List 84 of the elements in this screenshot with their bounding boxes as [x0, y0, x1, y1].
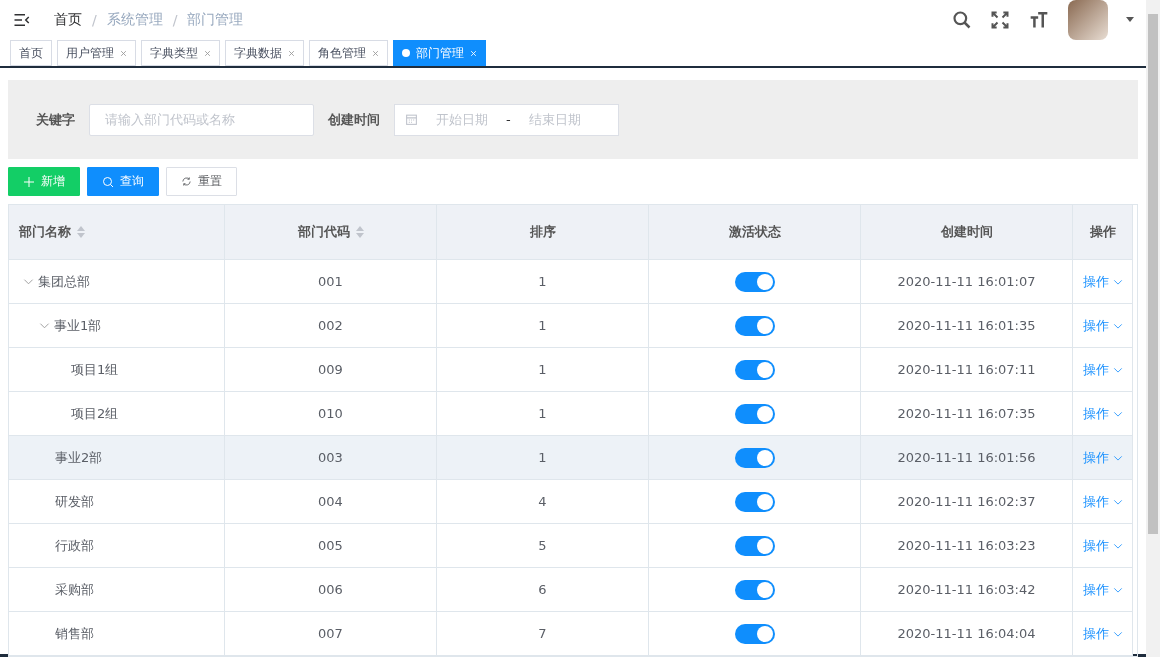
tree-cell[interactable]: 集团总部 — [9, 260, 225, 304]
toggle-switch[interactable] — [734, 623, 775, 644]
reset-button[interactable]: 重置 — [166, 167, 237, 196]
text-size-icon — [1028, 10, 1050, 30]
plus-icon — [23, 175, 35, 188]
tree-cell[interactable]: 行政部 — [9, 524, 225, 568]
tab[interactable]: 字典数据 — [225, 40, 304, 66]
tree-cell[interactable]: 事业2部 — [9, 436, 225, 480]
sort-icon — [355, 226, 364, 238]
avatar-placeholder[interactable] — [1068, 0, 1108, 40]
toggle-switch[interactable] — [734, 491, 775, 512]
tab[interactable]: 角色管理 — [309, 40, 388, 66]
table-cell: 2020-11-11 16:02:37 — [861, 480, 1073, 524]
column-header: 操作 — [1073, 205, 1133, 260]
table-cell: 010 — [225, 392, 437, 436]
column-header: 激活状态 — [649, 205, 861, 260]
table-cell: 005 — [225, 524, 437, 568]
toggle-switch[interactable] — [734, 579, 775, 600]
breadcrumb-item: 系统管理 — [106, 11, 163, 29]
close-icon — [204, 49, 211, 57]
breadcrumb-item[interactable]: 首页 — [54, 11, 82, 29]
tree-cell[interactable]: 销售部 — [9, 612, 225, 656]
table-cell: 4 — [437, 480, 649, 524]
breadcrumb-item: 部门管理 — [187, 11, 244, 29]
table-cell: 006 — [225, 568, 437, 612]
close-icon — [120, 49, 127, 57]
table-cell: 2020-11-11 16:03:23 — [861, 524, 1073, 568]
tree-cell[interactable]: 研发部 — [9, 480, 225, 524]
column-header: 部门代码 — [225, 205, 437, 260]
table-cell: 2020-11-11 16:01:07 — [861, 260, 1073, 304]
calendar-icon — [405, 113, 418, 126]
breadcrumb-separator: / — [92, 12, 97, 28]
search-icon — [102, 175, 114, 188]
scrollbar[interactable] — [1146, 0, 1160, 657]
table-cell: 5 — [437, 524, 649, 568]
breadcrumb-separator: / — [172, 12, 178, 28]
toggle-switch[interactable] — [734, 447, 775, 468]
table-cell: 004 — [225, 480, 437, 524]
close-icon — [288, 49, 295, 57]
menu-icon — [12, 11, 32, 29]
table-cell: 1 — [437, 304, 649, 348]
table-cell: 2020-11-11 16:04:04 — [861, 612, 1073, 656]
close-icon — [470, 49, 477, 57]
table-cell: 6 — [437, 568, 649, 612]
table-cell: 1 — [437, 260, 649, 304]
table-cell: 003 — [225, 436, 437, 480]
column-header: 部门名称 — [9, 205, 225, 260]
search-icon — [952, 10, 972, 30]
table-cell: 2020-11-11 16:01:35 — [861, 304, 1073, 348]
table-cell: 1 — [437, 348, 649, 392]
date-range-field[interactable]: 开始日期 - 结束日期 — [394, 103, 619, 136]
tree-cell[interactable]: 事业1部 — [9, 304, 225, 348]
table-cell: 007 — [225, 612, 437, 656]
table-cell: 2020-11-11 16:01:56 — [861, 436, 1073, 480]
table-cell: 009 — [225, 348, 437, 392]
tree-cell[interactable]: 项目2组 — [9, 392, 225, 436]
table-cell: 2020-11-11 16:03:42 — [861, 568, 1073, 612]
field-label: 关键字 — [36, 110, 75, 129]
refresh-icon — [181, 176, 192, 187]
toggle-switch[interactable] — [734, 535, 775, 556]
table-cell: 2020-11-11 16:07:35 — [861, 392, 1073, 436]
toggle-switch[interactable] — [734, 359, 775, 380]
table-cell: 2020-11-11 16:07:11 — [861, 348, 1073, 392]
table-cell: 001 — [225, 260, 437, 304]
caret-icon — [1126, 17, 1134, 23]
column-header: 排序 — [437, 205, 649, 260]
active-dot-icon — [402, 49, 410, 57]
toggle-switch[interactable] — [734, 403, 775, 424]
fullscreen-icon — [990, 10, 1010, 30]
sort-icon — [77, 226, 85, 238]
field-label: 创建时间 — [328, 110, 380, 129]
tab[interactable]: 字典类型 — [141, 40, 220, 66]
table-cell: 1 — [437, 392, 649, 436]
tab[interactable]: 用户管理 — [57, 40, 136, 66]
close-icon — [372, 49, 379, 57]
tree-cell[interactable]: 采购部 — [9, 568, 225, 612]
toggle-switch[interactable] — [734, 315, 775, 336]
column-header: 创建时间 — [861, 205, 1073, 260]
tree-cell[interactable]: 项目1组 — [9, 348, 225, 392]
table-cell: 002 — [225, 304, 437, 348]
tab[interactable]: 首页 — [10, 40, 52, 66]
table-cell: 1 — [437, 436, 649, 480]
table-cell: 7 — [437, 612, 649, 656]
toggle-switch[interactable] — [734, 271, 775, 292]
